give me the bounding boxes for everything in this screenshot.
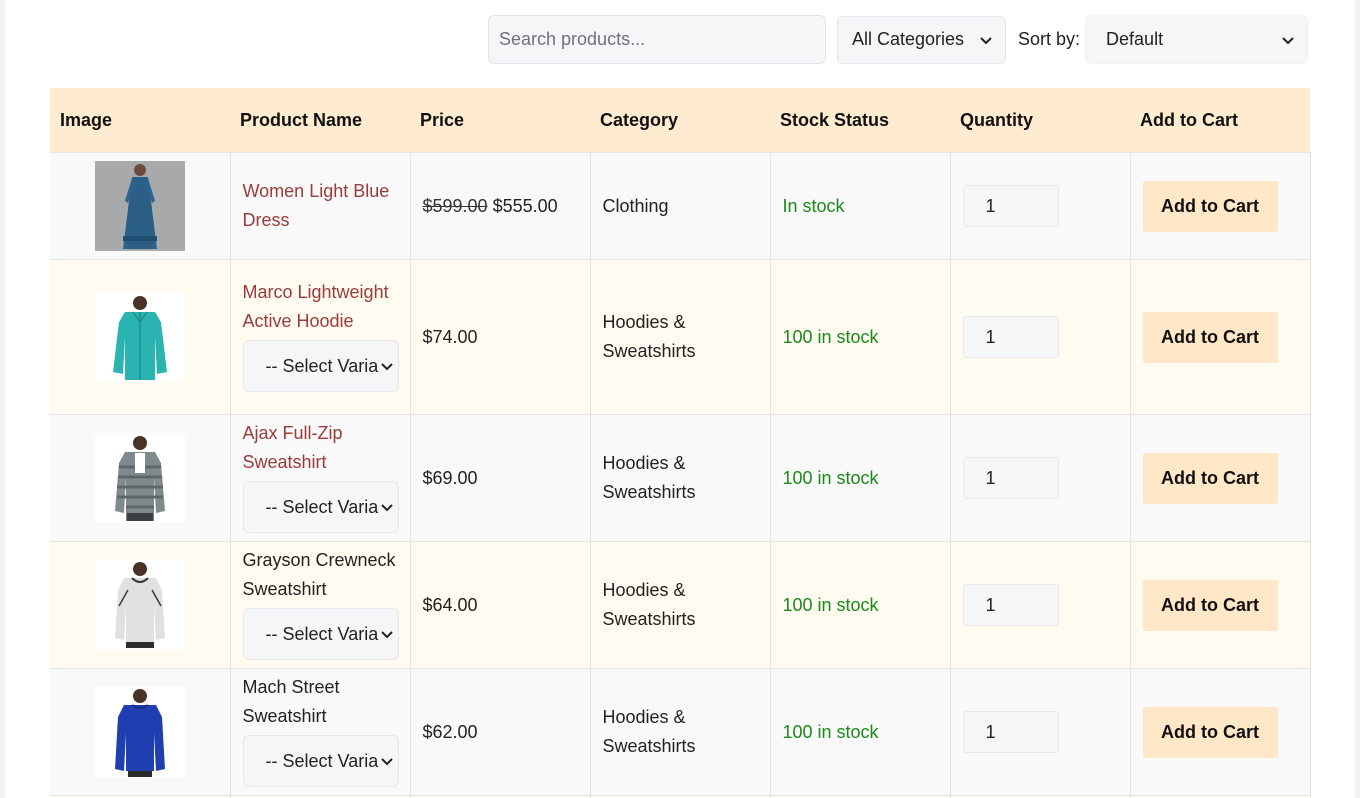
- add-to-cart-button[interactable]: Add to Cart: [1142, 706, 1278, 758]
- category-cell: Clothing: [589, 152, 771, 260]
- quantity-cell: [949, 152, 1131, 260]
- stock-status: 100 in stock: [769, 259, 951, 415]
- product-name-cell: Grayson Crewneck Sweatshirt -- Select Va…: [229, 541, 411, 669]
- quantity-input[interactable]: [962, 584, 1059, 626]
- quantity-input[interactable]: [962, 711, 1059, 753]
- table-row: Marco Lightweight Active Hoodie -- Selec…: [50, 259, 1311, 415]
- product-name-cell: Ajax Full-Zip Sweatshirt -- Select Varia: [229, 414, 411, 542]
- stock-status: 100 in stock: [769, 414, 951, 542]
- category-select-value: All Categories: [852, 29, 965, 49]
- category-cell: Hoodies & Sweatshirts: [589, 259, 771, 415]
- add-to-cart-button[interactable]: Add to Cart: [1142, 180, 1278, 232]
- quantity-cell: [949, 259, 1131, 415]
- original-price: $599.00: [422, 195, 488, 216]
- product-table-page: All Categories Sort by: Default Image Pr…: [5, 0, 1355, 798]
- quantity-cell: [949, 668, 1131, 796]
- product-name-link[interactable]: Ajax Full-Zip Sweatshirt: [243, 419, 398, 477]
- category-select[interactable]: All Categories: [837, 15, 1006, 64]
- quantity-cell: [949, 541, 1131, 669]
- add-to-cart-cell: Add to Cart: [1129, 414, 1311, 542]
- price-cell: $62.00: [409, 668, 591, 796]
- filter-toolbar: All Categories Sort by: Default: [488, 15, 1309, 64]
- chevron-down-icon: [380, 754, 394, 768]
- sale-price: $555.00: [492, 195, 558, 216]
- column-header-category: Category: [590, 88, 770, 153]
- chevron-down-icon: [380, 359, 394, 373]
- image-cell: [50, 541, 231, 669]
- product-name: Grayson Crewneck Sweatshirt: [242, 550, 396, 599]
- column-header-price: Price: [410, 88, 590, 153]
- product-name-cell: Women Light Blue Dress: [229, 152, 411, 260]
- add-to-cart-cell: Add to Cart: [1129, 152, 1311, 260]
- chevron-down-icon: [1281, 33, 1295, 47]
- variation-select[interactable]: -- Select Varia: [242, 481, 399, 533]
- product-name: Mach Street Sweatshirt: [242, 677, 340, 726]
- products-table: Image Product Name Price Category Stock …: [50, 88, 1311, 798]
- stock-status: 100 in stock: [769, 541, 951, 669]
- category-cell: Hoodies & Sweatshirts: [589, 414, 771, 542]
- add-to-cart-button[interactable]: Add to Cart: [1142, 452, 1278, 504]
- column-header-image: Image: [50, 88, 230, 153]
- table-row: Mach Street Sweatshirt -- Select Varia $…: [50, 668, 1311, 796]
- column-header-quantity: Quantity: [950, 88, 1130, 153]
- product-name-cell: Mach Street Sweatshirt -- Select Varia: [229, 668, 411, 796]
- variation-select[interactable]: -- Select Varia: [242, 340, 399, 392]
- table-header-row: Image Product Name Price Category Stock …: [50, 88, 1310, 153]
- add-to-cart-button[interactable]: Add to Cart: [1142, 311, 1278, 363]
- quantity-input[interactable]: [962, 316, 1059, 358]
- product-name-link[interactable]: Marco Lightweight Active Hoodie: [243, 278, 398, 336]
- variation-select-value: -- Select Varia: [265, 623, 379, 644]
- image-cell: [50, 414, 231, 542]
- variation-select-value: -- Select Varia: [265, 750, 379, 771]
- search-input[interactable]: [488, 15, 826, 64]
- gray-crewneck-image[interactable]: [94, 560, 185, 650]
- sort-select[interactable]: Default: [1085, 15, 1309, 64]
- add-to-cart-button[interactable]: Add to Cart: [1142, 579, 1278, 631]
- price-cell: $599.00 $555.00: [409, 152, 591, 260]
- add-to-cart-cell: Add to Cart: [1129, 259, 1311, 415]
- price-cell: $64.00: [409, 541, 591, 669]
- image-cell: [50, 668, 231, 796]
- price-cell: $69.00: [409, 414, 591, 542]
- column-header-add-to-cart: Add to Cart: [1130, 88, 1310, 153]
- teal-hoodie-image[interactable]: [94, 292, 185, 382]
- variation-select-value: -- Select Varia: [265, 496, 379, 517]
- category-cell: Hoodies & Sweatshirts: [589, 668, 771, 796]
- variation-select[interactable]: -- Select Varia: [242, 735, 399, 787]
- stock-status: In stock: [769, 152, 951, 260]
- sort-select-value: Default: [1106, 29, 1164, 49]
- quantity-input[interactable]: [962, 185, 1059, 227]
- add-to-cart-cell: Add to Cart: [1129, 541, 1311, 669]
- table-row: Women Light Blue Dress $599.00 $555.00 C…: [50, 152, 1311, 260]
- quantity-cell: [949, 414, 1131, 542]
- chevron-down-icon: [979, 33, 993, 47]
- image-cell: [50, 259, 231, 415]
- variation-select-value: -- Select Varia: [265, 355, 379, 376]
- chevron-down-icon: [380, 627, 394, 641]
- table-row: Grayson Crewneck Sweatshirt -- Select Va…: [50, 541, 1311, 669]
- image-cell: [50, 152, 231, 260]
- chevron-down-icon: [380, 500, 394, 514]
- add-to-cart-cell: Add to Cart: [1129, 668, 1311, 796]
- blue-sweatshirt-image[interactable]: [94, 687, 185, 777]
- dress-image[interactable]: [94, 161, 185, 251]
- category-cell: Hoodies & Sweatshirts: [589, 541, 771, 669]
- quantity-input[interactable]: [962, 457, 1059, 499]
- product-name-link[interactable]: Women Light Blue Dress: [243, 177, 398, 235]
- column-header-stock-status: Stock Status: [770, 88, 950, 153]
- sort-label: Sort by:: [1018, 29, 1081, 49]
- column-header-product-name: Product Name: [230, 88, 410, 153]
- stock-status: 100 in stock: [769, 668, 951, 796]
- product-name-cell: Marco Lightweight Active Hoodie -- Selec…: [229, 259, 411, 415]
- variation-select[interactable]: -- Select Varia: [242, 608, 399, 660]
- striped-sweatshirt-image[interactable]: [94, 433, 185, 523]
- table-row: Ajax Full-Zip Sweatshirt -- Select Varia…: [50, 414, 1311, 542]
- price-cell: $74.00: [409, 259, 591, 415]
